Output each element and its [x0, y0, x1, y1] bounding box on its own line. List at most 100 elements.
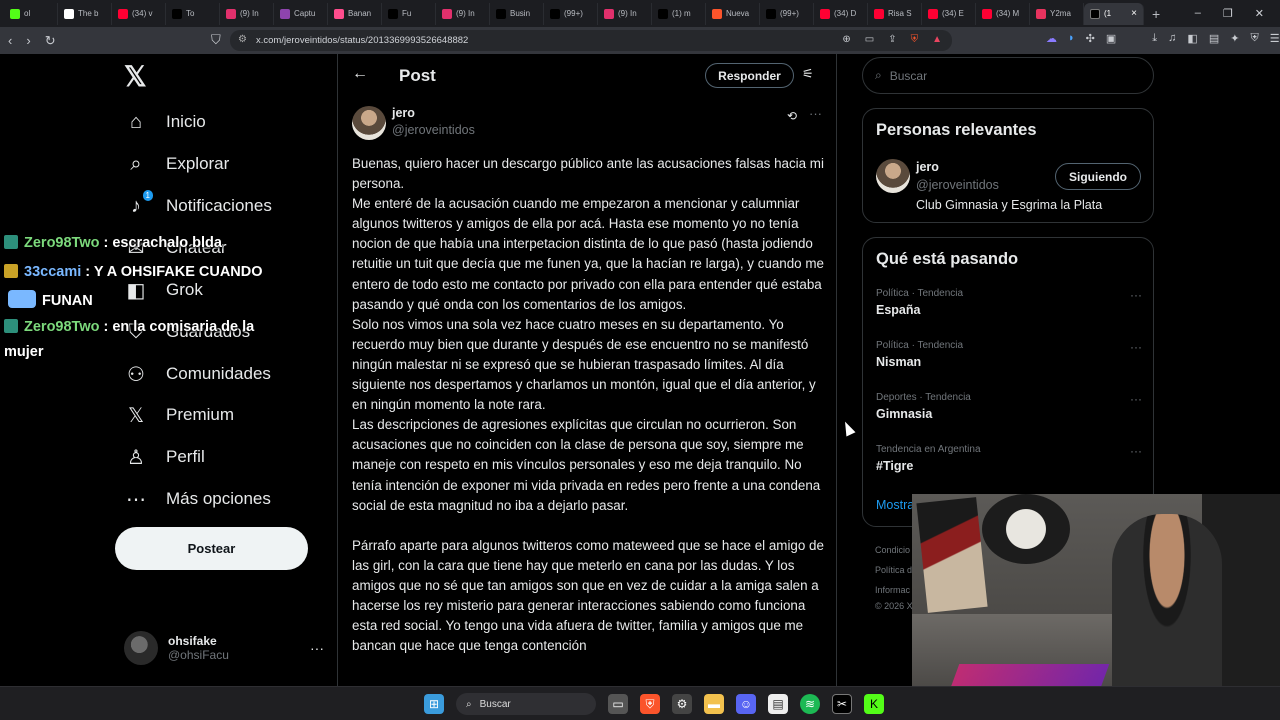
brave-shield-icon[interactable]: ⛨ — [911, 34, 919, 45]
nav-item-label: Más opciones — [166, 489, 271, 508]
address-bar[interactable]: ⚙ x.com/jeroveintidos/status/20133699935… — [230, 30, 952, 51]
zoom-icon[interactable]: ⊕ — [842, 34, 850, 45]
site-info-icon[interactable]: ⚙ — [238, 34, 247, 45]
nav-item-home[interactable]: ⌂ Inicio — [124, 102, 206, 142]
audio-icon[interactable]: ◗ — [1068, 32, 1075, 45]
settings-icon[interactable]: ⚙ — [672, 694, 692, 714]
search-input[interactable]: ⌕ Buscar — [862, 57, 1154, 94]
file-explorer-icon[interactable]: ▭ — [608, 694, 628, 714]
more-icon[interactable]: ··· — [1130, 340, 1142, 354]
more-icon[interactable]: ··· — [310, 640, 324, 656]
close-tab-icon[interactable]: × — [1131, 8, 1137, 19]
reload-icon[interactable]: ↻ — [45, 33, 56, 49]
new-tab-button[interactable]: + — [1144, 6, 1168, 22]
back-arrow-icon[interactable]: ‹ — [8, 33, 12, 48]
folder-icon[interactable]: ▬ — [704, 694, 724, 714]
browser-tab[interactable]: (34) v — [112, 2, 166, 25]
browser-tab[interactable]: Fu — [382, 2, 436, 25]
footer-link[interactable]: Informac — [875, 585, 910, 595]
more-icon[interactable]: ··· — [1130, 444, 1142, 458]
puzzle-icon[interactable]: ✣ — [1086, 32, 1095, 45]
menu-icon[interactable]: ☰ — [1270, 32, 1280, 45]
browser-tab[interactable]: To — [166, 2, 220, 25]
browser-tab[interactable]: (99+) — [544, 2, 598, 25]
nav-item-profile[interactable]: ♙ Perfil — [124, 437, 205, 477]
leo-icon[interactable]: ✦ — [1230, 32, 1239, 45]
capcut-icon[interactable]: ✂ — [832, 694, 852, 714]
maximize-icon[interactable]: ❐ — [1223, 7, 1233, 20]
nav-item-premium[interactable]: 𝕏 Premium — [124, 395, 234, 435]
discord-icon[interactable]: ☺ — [736, 694, 756, 714]
avatar[interactable] — [352, 106, 386, 140]
account-switcher[interactable]: ohsifake @ohsiFacu ··· — [124, 630, 324, 666]
x-logo-icon[interactable]: 𝕏 — [124, 63, 150, 91]
trend-item[interactable]: Política · Tendencia Nisman ··· — [876, 340, 1142, 380]
wallet-icon[interactable]: ▤ — [1209, 32, 1219, 45]
nav-item-notifications[interactable]: ♪ 1 Notificaciones — [124, 186, 272, 226]
trend-item[interactable]: Deportes · Tendencia Gimnasia ··· — [876, 392, 1142, 432]
nav-item-label: Grok — [166, 280, 203, 299]
browser-tab[interactable]: (9) In — [598, 2, 652, 25]
sliders-icon[interactable]: ⚟ — [802, 66, 814, 82]
spotify-icon[interactable]: ≋ — [800, 694, 820, 714]
nav-item-more[interactable]: ⋯ Más opciones — [124, 479, 271, 519]
forward-arrow-icon[interactable]: › — [26, 33, 30, 48]
browser-tab[interactable]: Nueva — [706, 2, 760, 25]
brave-browser-icon[interactable]: ⛨ — [640, 694, 660, 714]
bookmark-page-icon[interactable]: ⛉ — [211, 32, 221, 48]
trend-item[interactable]: Tendencia en Argentina #Tigre ··· — [876, 444, 1142, 484]
windows-start-icon[interactable]: ⊞ — [424, 694, 444, 714]
back-arrow-icon[interactable]: ← — [352, 65, 368, 83]
following-button[interactable]: Siguiendo — [1055, 163, 1141, 190]
trend-item[interactable]: Política · Tendencia España ··· — [876, 288, 1142, 328]
document-icon[interactable]: ▤ — [768, 694, 788, 714]
taskbar-search[interactable]: ⌕ Buscar — [456, 693, 596, 715]
nav-item-communities[interactable]: ⚇ Comunidades — [124, 354, 271, 394]
footer-link[interactable]: Condicio — [875, 545, 910, 555]
browser-tab[interactable]: Banan — [328, 2, 382, 25]
browser-tab[interactable]: ol — [4, 2, 58, 25]
camera-icon[interactable]: ▣ — [1106, 32, 1116, 45]
author-handle[interactable]: @jeroveintidos — [392, 123, 475, 137]
relevant-name[interactable]: jero — [916, 160, 939, 174]
home-icon: ⌂ — [129, 110, 143, 133]
kick-icon[interactable]: K — [864, 694, 884, 714]
vpn-icon[interactable]: ⛨ — [1250, 32, 1258, 45]
reply-button[interactable]: Responder — [705, 63, 794, 88]
active-browser-tab[interactable]: (1 × — [1084, 2, 1144, 25]
footer-link[interactable]: Política d — [875, 565, 912, 575]
browser-tab[interactable]: (1) m — [652, 2, 706, 25]
more-icon[interactable]: ··· — [1130, 288, 1142, 302]
rewards-icon[interactable]: ▲ — [932, 34, 942, 45]
browser-tab[interactable]: (9) In — [220, 2, 274, 25]
browser-tab[interactable]: Y2ma — [1030, 2, 1084, 25]
sidebar-toggle-icon[interactable]: ◧ — [1187, 32, 1197, 45]
author-name[interactable]: jero — [392, 106, 415, 120]
browser-tab[interactable]: Risa S — [868, 2, 922, 25]
more-icon[interactable]: ··· — [1130, 392, 1142, 406]
browser-tab[interactable]: (34) M — [976, 2, 1030, 25]
nav-item-explore[interactable]: ⌕ Explorar — [124, 144, 229, 184]
chat-text: : en la comisaria de la — [103, 319, 255, 335]
browser-tab[interactable]: (9) In — [436, 2, 490, 25]
close-window-icon[interactable]: ✕ — [1255, 7, 1264, 20]
avatar[interactable] — [876, 159, 910, 193]
browser-tab[interactable]: Captu — [274, 2, 328, 25]
browser-tab[interactable]: Busin — [490, 2, 544, 25]
screen-icon[interactable]: ▭ — [865, 34, 874, 45]
share-icon[interactable]: ⇪ — [888, 34, 896, 45]
more-icon[interactable]: ··· — [809, 106, 822, 121]
browser-tab[interactable]: The b — [58, 2, 112, 25]
relevant-handle[interactable]: @jeroveintidos — [916, 178, 999, 192]
post-paragraph: Solo nos vimos una sola vez hace cuatro … — [352, 316, 816, 413]
post-button[interactable]: Postear — [115, 527, 308, 570]
minimize-icon[interactable]: – — [1195, 7, 1201, 20]
browser-tab[interactable]: (34) D — [814, 2, 868, 25]
browser-tab[interactable]: (99+) — [760, 2, 814, 25]
download-icon[interactable]: ⤓ — [1152, 32, 1157, 45]
grok-explain-icon[interactable]: ⟲ — [787, 109, 797, 123]
post-paragraph: Párrafo aparte para algunos twitteros co… — [352, 537, 824, 654]
media-icon[interactable]: ♫ — [1168, 32, 1176, 45]
extension-icon[interactable]: ☁ — [1046, 32, 1057, 45]
browser-tab[interactable]: (34) E — [922, 2, 976, 25]
